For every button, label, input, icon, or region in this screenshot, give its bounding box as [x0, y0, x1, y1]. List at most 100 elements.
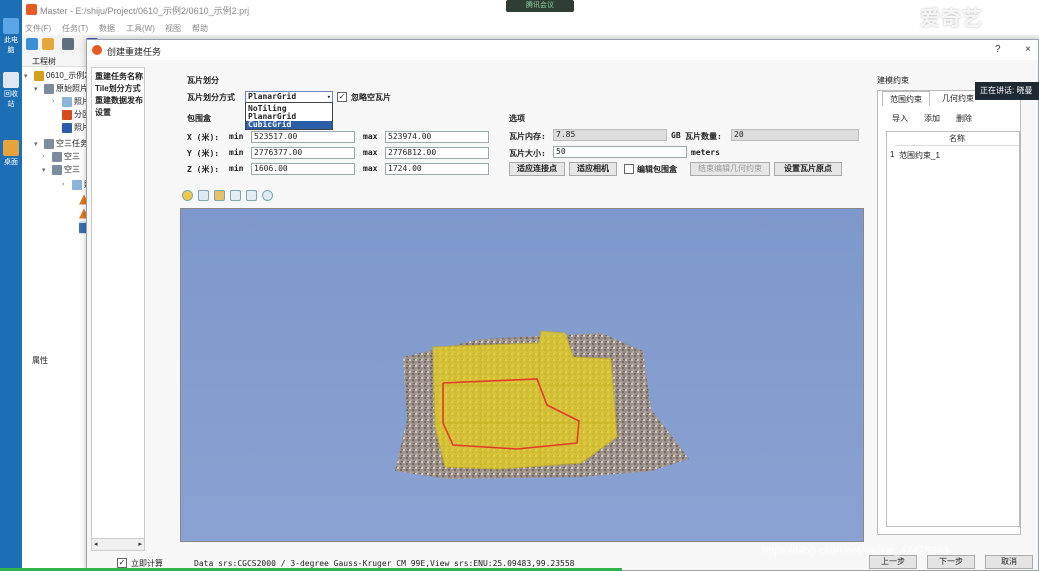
bbox-z-min-input[interactable]: 1606.00	[251, 163, 355, 175]
menu-view[interactable]: 视图	[165, 23, 181, 34]
expand-icon[interactable]: ›	[52, 98, 60, 105]
3d-viewport[interactable]	[180, 208, 864, 542]
menu-bar: 文件(F) 任务(T) 数据 工具(W) 视图 帮助	[22, 20, 1039, 35]
add-button[interactable]: 添加	[924, 113, 940, 124]
realtime-calc-checkbox[interactable]: ✓	[117, 558, 127, 568]
bbox-y-min-input[interactable]: 2776377.00	[251, 147, 355, 159]
menu-file[interactable]: 文件(F)	[25, 23, 51, 34]
edit-bbox-checkbox[interactable]	[624, 164, 634, 174]
tree-row[interactable]: ▾ 空三	[42, 163, 80, 176]
grid-icon	[62, 122, 72, 133]
photo-icon	[62, 96, 72, 107]
bbox-y-min-label: min	[229, 148, 244, 157]
end-edit-geometry-button[interactable]: 结束编辑几何约束	[690, 162, 770, 176]
constraints-table: 名称 1 范围约束_1	[886, 131, 1020, 527]
prev-button[interactable]: 上一步	[869, 555, 917, 569]
tile-mode-label: 瓦片划分方式	[187, 93, 235, 102]
collapse-icon[interactable]: ▾	[42, 166, 50, 174]
desktop-icon-recycle[interactable]: 回收站	[1, 72, 21, 109]
tab-range-constraint[interactable]: 范围约束	[882, 91, 930, 106]
save-icon[interactable]	[62, 38, 74, 50]
menu-task[interactable]: 任务(T)	[62, 23, 88, 34]
tree-row[interactable]: ▾ 原始照片	[34, 82, 88, 95]
scroll-left-icon[interactable]: ◂	[94, 540, 98, 548]
fit-tiepoints-button[interactable]: 适应连接点	[509, 162, 565, 176]
import-button[interactable]: 导入	[892, 113, 908, 124]
expand-icon[interactable]: ›	[62, 181, 70, 188]
tile-size-label: 瓦片大小:	[509, 149, 546, 158]
bbox-x-label: X (米):	[187, 133, 220, 142]
select-icon[interactable]	[182, 190, 193, 201]
delete-button[interactable]: 删除	[956, 113, 972, 124]
help-button[interactable]: ?	[995, 44, 1001, 55]
speaking-tooltip: 正在讲话: 晓曼	[975, 82, 1039, 100]
ignore-empty-label: 忽略空瓦片	[351, 93, 391, 102]
constraints-toolbar: 导入 添加 删除	[886, 113, 1014, 127]
dialog-logo-icon	[92, 45, 102, 55]
tree-node-icon	[44, 83, 54, 94]
close-button[interactable]: ×	[1025, 44, 1031, 55]
box-icon[interactable]	[230, 190, 241, 201]
tree-row[interactable]: ▾ 空三任务	[34, 137, 88, 150]
tree-row[interactable]: ▾ 0610_示例2	[24, 69, 89, 82]
new-icon[interactable]	[26, 38, 38, 50]
collapse-icon[interactable]: ▾	[24, 72, 32, 80]
partition-icon	[62, 109, 72, 120]
photo-icon	[72, 179, 82, 190]
fit-camera-button[interactable]: 适应相机	[569, 162, 617, 176]
expand-icon[interactable]: ›	[42, 153, 50, 160]
step-nav-list: 重建任务名称 Tile划分方式 重建数据发布 设置	[91, 67, 145, 551]
app-logo-icon	[26, 4, 37, 15]
tree-node-icon	[52, 164, 62, 175]
bbox-x-min-input[interactable]: 523517.00	[251, 131, 355, 143]
bbox-y-label: Y (米):	[187, 149, 220, 158]
properties-label: 属性	[32, 356, 48, 365]
constraints-panel: 范围约束 几何约束 导入 添加 删除 名称 1 范围约束_1	[877, 90, 1021, 535]
bbox-heading: 包围盒	[187, 114, 211, 123]
set-tile-origin-button[interactable]: 设置瓦片原点	[774, 162, 842, 176]
menu-help[interactable]: 帮助	[192, 23, 208, 34]
nav-item-tiling[interactable]: Tile划分方式	[95, 83, 145, 94]
next-button[interactable]: 下一步	[927, 555, 975, 569]
bbox-y-max-input[interactable]: 2776812.00	[385, 147, 489, 159]
desktop-icon-computer[interactable]: 此电脑	[1, 18, 21, 55]
collapse-icon[interactable]: ▾	[34, 85, 42, 93]
create-reconstruction-dialog: 创建重建任务 ? × 重建任务名称 Tile划分方式 重建数据发布 设置 ◂ ▸…	[86, 39, 1039, 571]
box2-icon[interactable]	[246, 190, 257, 201]
column-header-name: 名称	[895, 132, 1019, 146]
tree-node-icon	[52, 151, 62, 162]
nav-item-publish[interactable]: 重建数据发布	[95, 95, 145, 106]
bbox-z-max-input[interactable]: 1724.00	[385, 163, 489, 175]
cancel-button[interactable]: 取消	[985, 555, 1033, 569]
folder-icon	[34, 70, 44, 81]
menu-tools[interactable]: 工具(W)	[126, 23, 155, 34]
ignore-empty-checkbox[interactable]: ✓	[337, 92, 347, 102]
nav-horizontal-scrollbar[interactable]: ◂ ▸	[91, 538, 145, 551]
table-row[interactable]: 1 范围约束_1	[887, 150, 1019, 162]
nav-item-settings[interactable]: 设置	[95, 107, 145, 118]
options-heading: 选项	[509, 114, 525, 123]
menu-data[interactable]: 数据	[99, 23, 115, 34]
blog-watermark: https://blog.csdn.net/weixin_42475923	[762, 545, 950, 557]
chevron-down-icon[interactable]: ▾	[327, 92, 331, 102]
meeting-badge[interactable]: 腾讯会议	[506, 0, 574, 12]
open-icon[interactable]	[42, 38, 54, 50]
rotate-icon[interactable]	[262, 190, 273, 201]
collapse-icon[interactable]: ▾	[34, 140, 42, 148]
tile-section-heading: 瓦片划分	[187, 76, 219, 85]
scroll-right-icon[interactable]: ▸	[138, 540, 142, 548]
option-cubicgrid[interactable]: CubicGrid	[246, 121, 332, 129]
desktop-icon-desktop[interactable]: 桌面	[1, 140, 21, 167]
tile-size-input[interactable]: 50	[553, 146, 687, 158]
bbox-x-max-input[interactable]: 523974.00	[385, 131, 489, 143]
tree-row[interactable]: › 空三	[42, 150, 80, 163]
tree-row[interactable]: › 照片	[52, 95, 90, 108]
brush-icon[interactable]	[214, 190, 225, 201]
edit-bbox-label: 编辑包围盒	[637, 165, 677, 174]
bbox-z-max-label: max	[363, 164, 378, 173]
bbox-x-min-label: min	[229, 132, 244, 141]
nav-item-task-name[interactable]: 重建任务名称	[95, 71, 145, 82]
tile-memory-label: 瓦片内存:	[509, 132, 546, 141]
pan-icon[interactable]	[198, 190, 209, 201]
desktop-strip: 此电脑 回收站 桌面	[0, 0, 22, 571]
